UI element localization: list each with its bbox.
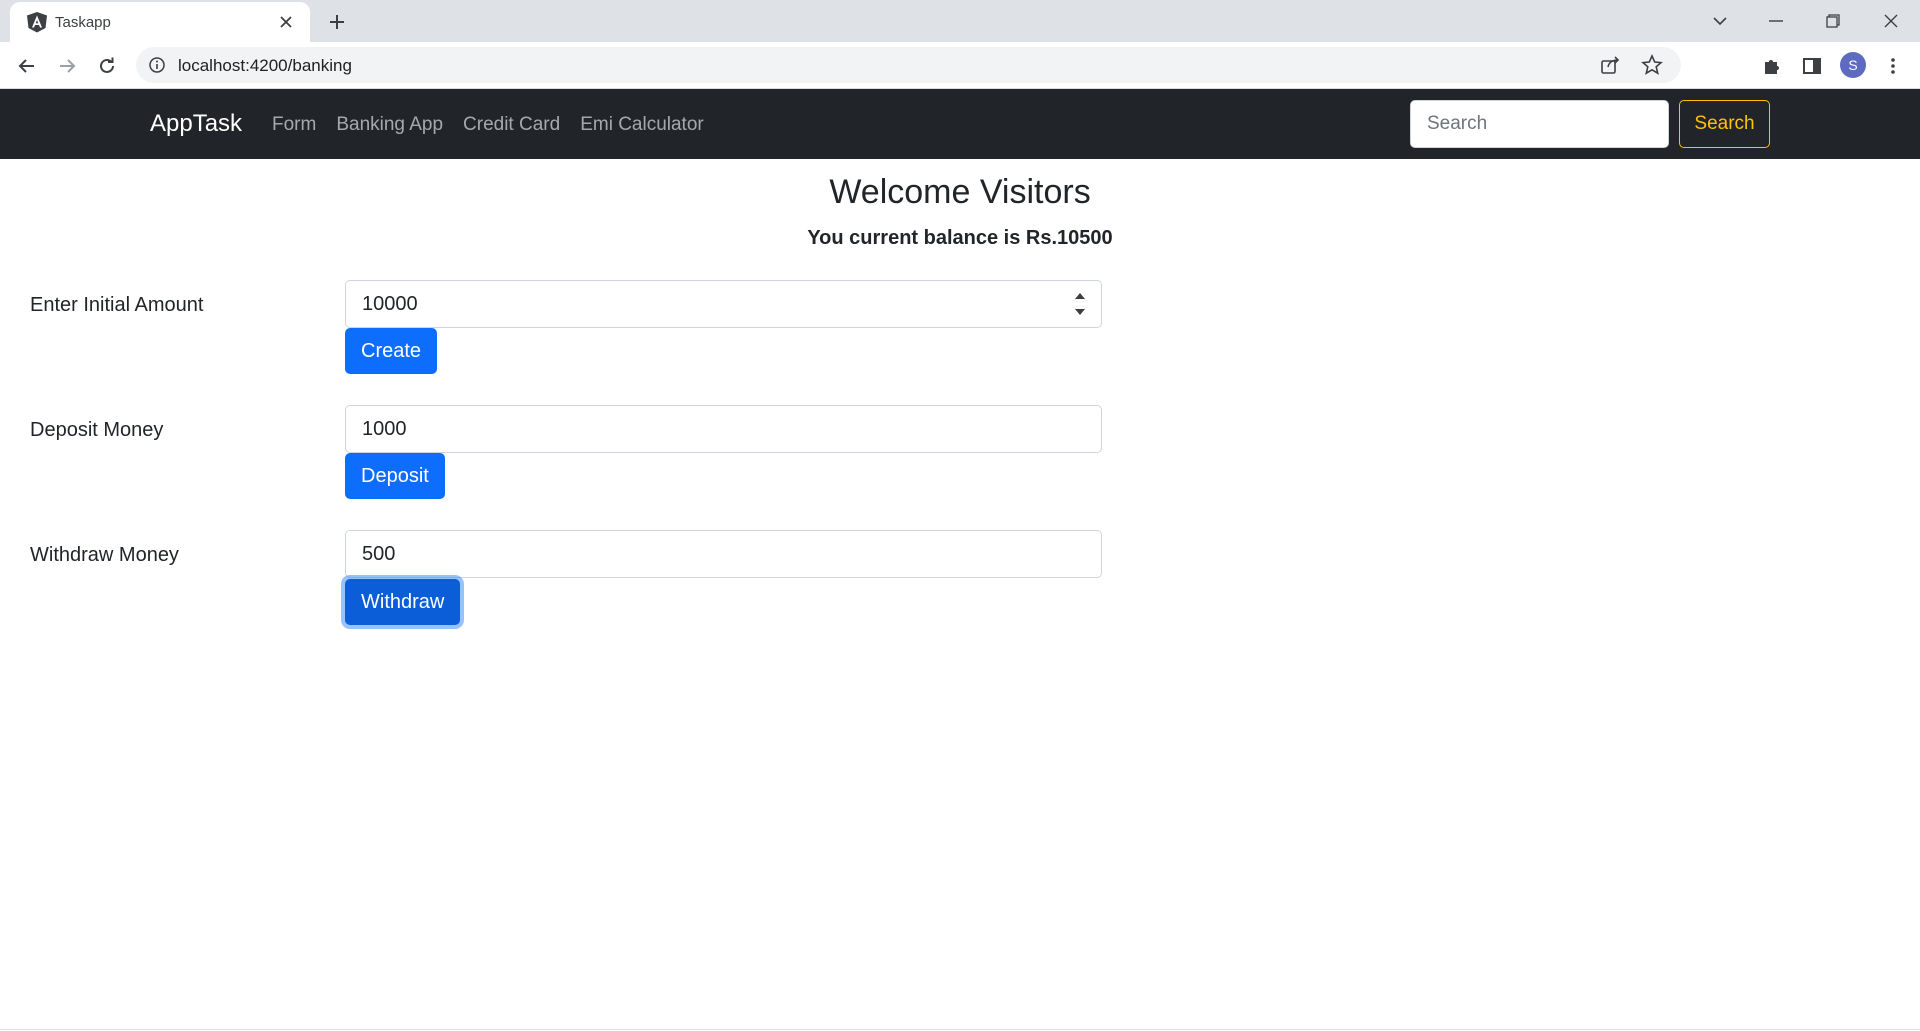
info-icon[interactable] bbox=[148, 56, 166, 74]
close-icon[interactable] bbox=[1874, 6, 1908, 36]
initial-amount-label: Enter Initial Amount bbox=[30, 294, 204, 316]
browser-tab-strip: Taskapp bbox=[0, 0, 1920, 42]
angular-logo-icon bbox=[27, 12, 47, 33]
deposit-value: 1000 bbox=[362, 417, 407, 440]
chevron-down-icon[interactable] bbox=[1703, 6, 1737, 36]
deposit-input[interactable]: 1000 bbox=[345, 405, 1102, 453]
nav-links: Form Banking App Credit Card Emi Calcula… bbox=[272, 114, 704, 136]
browser-tab[interactable]: Taskapp bbox=[10, 2, 310, 42]
kebab-menu-icon[interactable] bbox=[1880, 53, 1906, 79]
puzzle-icon[interactable] bbox=[1759, 53, 1785, 79]
withdraw-value: 500 bbox=[362, 542, 396, 565]
balance-text: You current balance is Rs.10500 bbox=[807, 227, 1113, 249]
initial-amount-input[interactable]: 10000 bbox=[345, 280, 1102, 328]
search-button[interactable]: Search bbox=[1679, 100, 1770, 148]
nav-link-credit-card[interactable]: Credit Card bbox=[463, 114, 560, 136]
deposit-label: Deposit Money bbox=[30, 419, 164, 441]
url-text: localhost:4200/banking bbox=[178, 56, 352, 75]
divider bbox=[0, 1029, 1920, 1030]
star-icon[interactable] bbox=[1641, 54, 1663, 76]
arrow-right-icon[interactable] bbox=[52, 51, 82, 81]
close-icon[interactable] bbox=[274, 10, 298, 34]
restore-icon[interactable] bbox=[1816, 6, 1850, 36]
page-title: Welcome Visitors bbox=[829, 173, 1091, 211]
initial-amount-value: 10000 bbox=[362, 292, 418, 315]
app-navbar: AppTask Form Banking App Credit Card Emi… bbox=[0, 89, 1920, 159]
share-icon[interactable] bbox=[1599, 54, 1621, 76]
number-stepper[interactable] bbox=[1073, 291, 1087, 317]
plus-icon[interactable] bbox=[324, 9, 350, 35]
withdraw-button[interactable]: Withdraw bbox=[345, 579, 461, 625]
withdraw-label: Withdraw Money bbox=[30, 544, 179, 566]
brand-link[interactable]: AppTask bbox=[150, 110, 242, 138]
nav-link-form[interactable]: Form bbox=[272, 114, 316, 136]
arrow-left-icon[interactable] bbox=[12, 51, 42, 81]
side-panel-icon[interactable] bbox=[1799, 53, 1825, 79]
reload-icon[interactable] bbox=[92, 51, 122, 81]
browser-toolbar: localhost:4200/banking bbox=[0, 42, 1920, 89]
address-bar[interactable]: localhost:4200/banking bbox=[136, 47, 1681, 83]
nav-link-emi-calculator[interactable]: Emi Calculator bbox=[580, 114, 704, 136]
caret-up-icon[interactable] bbox=[1074, 291, 1086, 301]
profile-avatar[interactable]: S bbox=[1840, 52, 1866, 78]
minimize-icon[interactable] bbox=[1759, 6, 1793, 36]
deposit-button[interactable]: Deposit bbox=[345, 453, 445, 499]
nav-link-banking-app[interactable]: Banking App bbox=[336, 114, 443, 136]
withdraw-input[interactable]: 500 bbox=[345, 530, 1102, 578]
caret-down-icon[interactable] bbox=[1074, 307, 1086, 317]
search-input[interactable] bbox=[1410, 100, 1669, 148]
tab-title: Taskapp bbox=[55, 14, 111, 31]
create-button[interactable]: Create bbox=[345, 328, 438, 374]
